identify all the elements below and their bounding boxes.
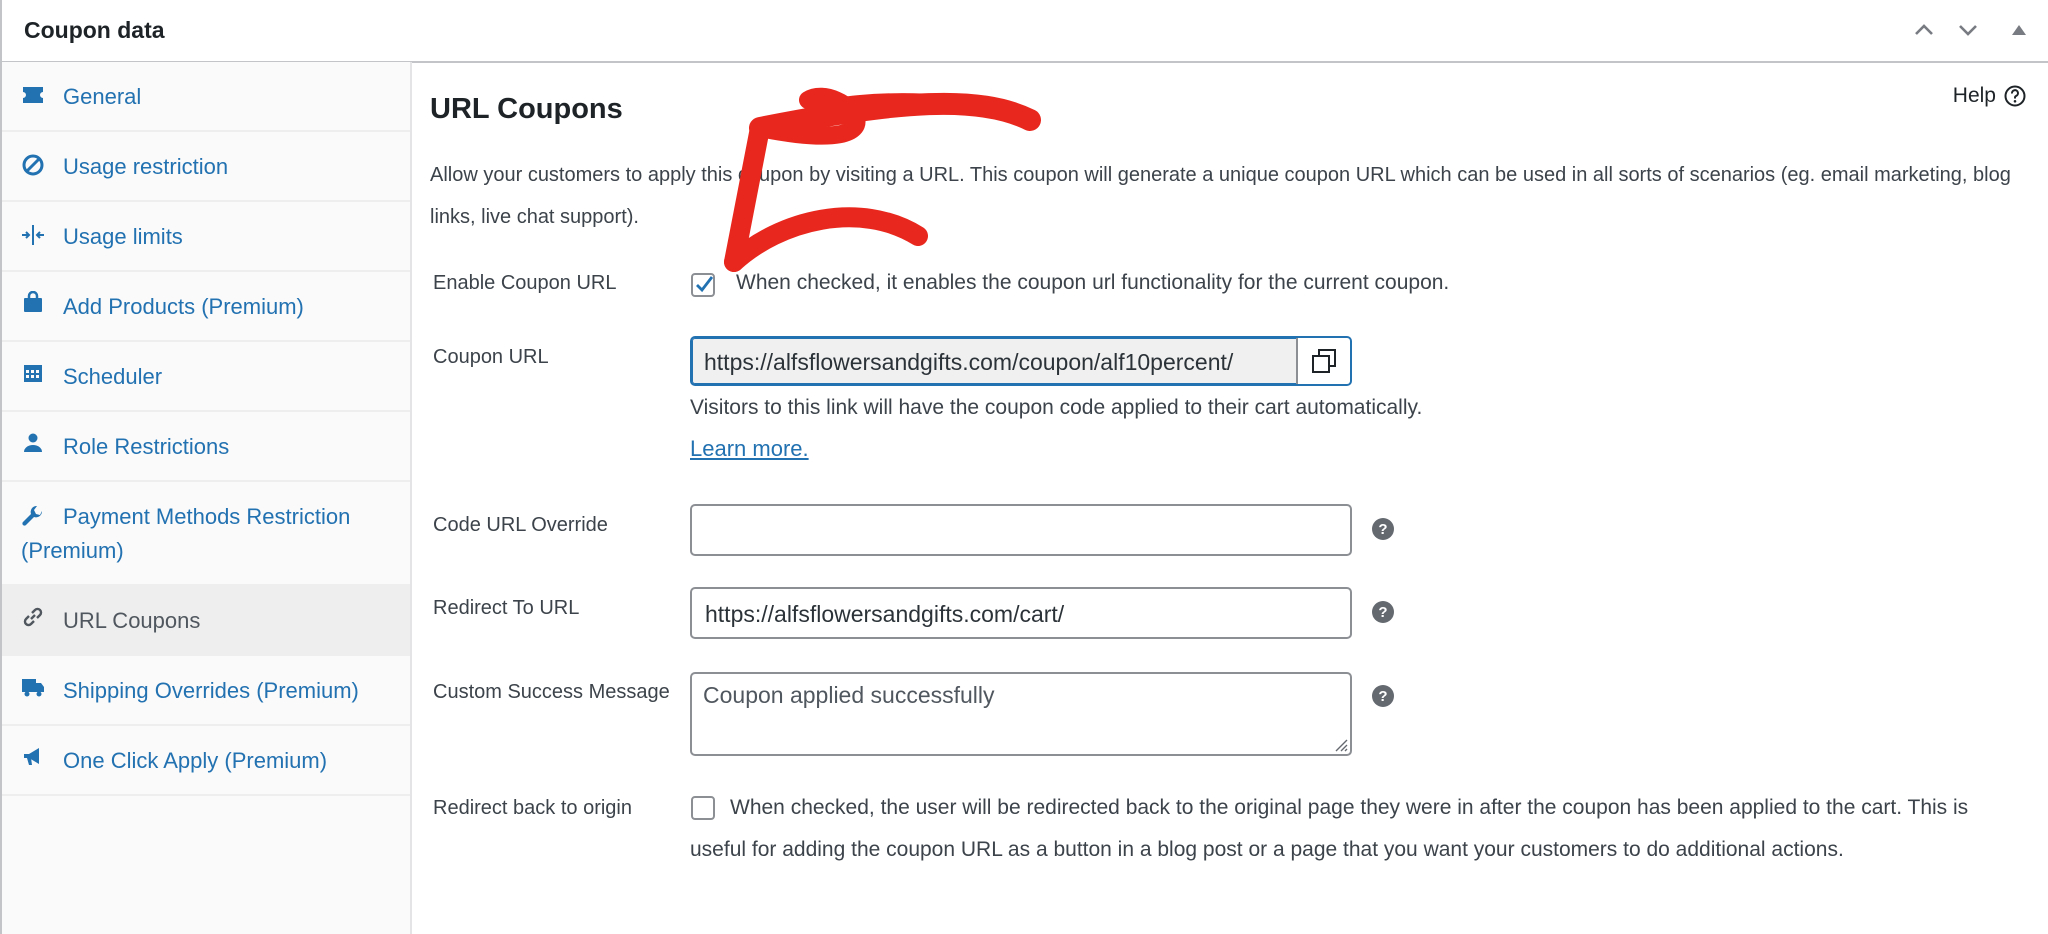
chevron-down-icon: [1959, 25, 1977, 36]
coupon-url-field[interactable]: https://alfsflowersandgifts.com/coupon/a…: [690, 336, 1352, 386]
megaphone-icon: [24, 748, 39, 765]
move-up-button[interactable]: [1906, 12, 1942, 48]
custom-success-message-label: Custom Success Message: [433, 681, 670, 703]
enable-coupon-url-checkbox[interactable]: [691, 273, 715, 297]
panel-header: Coupon data: [2, 0, 2048, 63]
custom-success-message-value: Coupon applied successfully: [703, 682, 995, 708]
sidebar-item-role-restrictions[interactable]: Role Restrictions: [2, 412, 410, 482]
link-icon: [23, 607, 43, 627]
custom-success-message-textarea[interactable]: Coupon applied successfully: [690, 672, 1352, 756]
calendar-icon: [24, 365, 42, 382]
person-icon: [24, 433, 42, 452]
sidebar-item-label: Payment Methods Restriction (Premium): [21, 504, 351, 563]
redirect-to-url-label: Redirect To URL: [433, 597, 580, 619]
arrows-in-icon: [22, 225, 44, 245]
sidebar-item-label: Add Products (Premium): [63, 294, 304, 319]
copy-url-button[interactable]: [1296, 338, 1350, 384]
enable-coupon-url-description: When checked, it enables the coupon url …: [736, 271, 1450, 294]
checkmark-icon: [696, 276, 714, 293]
enable-coupon-url-label: Enable Coupon URL: [433, 272, 617, 294]
sidebar-item-one-click-apply[interactable]: One Click Apply (Premium): [2, 726, 410, 796]
code-url-override-help-icon[interactable]: ?: [1372, 518, 1394, 540]
url-coupons-panel: URL Coupons Help Allow your customers to…: [414, 62, 2048, 934]
sidebar-item-url-coupons[interactable]: URL Coupons: [2, 586, 410, 656]
copy-icon: [1312, 349, 1336, 373]
sidebar-item-label: URL Coupons: [63, 608, 201, 633]
panel-title: Coupon data: [24, 17, 165, 43]
sidebar-item-label: Role Restrictions: [63, 434, 230, 459]
help-button[interactable]: Help: [1953, 84, 2026, 108]
coupon-data-panel: Coupon data General Usage restriction Us…: [0, 0, 2048, 934]
coupon-tabs-sidebar: General Usage restriction Usage limits A…: [2, 62, 412, 934]
code-url-override-label: Code URL Override: [433, 514, 608, 536]
coupon-url-value: https://alfsflowersandgifts.com/coupon/a…: [704, 349, 1234, 375]
code-url-override-input[interactable]: [690, 504, 1352, 556]
ticket-icon: [23, 87, 43, 103]
redirect-to-url-help-icon[interactable]: ?: [1372, 601, 1394, 623]
triangle-up-icon: [2012, 25, 2026, 35]
section-description: Allow your customers to apply this coupo…: [430, 164, 2011, 228]
sidebar-item-usage-restriction[interactable]: Usage restriction: [2, 132, 410, 202]
sidebar-item-label: Usage limits: [63, 224, 183, 249]
question-circle-icon: [2004, 85, 2026, 107]
block-icon: [22, 154, 44, 176]
redirect-back-to-origin-label: Redirect back to origin: [433, 797, 632, 819]
coupon-url-help: Visitors to this link will have the coup…: [690, 396, 1423, 419]
page-title: URL Coupons: [430, 93, 623, 125]
sidebar-item-shipping-overrides[interactable]: Shipping Overrides (Premium): [2, 656, 410, 726]
sidebar-item-usage-limits[interactable]: Usage limits: [2, 202, 410, 272]
sidebar-item-label: Scheduler: [63, 364, 163, 389]
redirect-to-url-value: https://alfsflowersandgifts.com/cart/: [705, 601, 1065, 627]
resize-handle-icon[interactable]: [1332, 736, 1348, 752]
coupon-url-label: Coupon URL: [433, 346, 549, 368]
sidebar-item-payment-methods-restriction[interactable]: Payment Methods Restriction (Premium): [2, 482, 410, 586]
sidebar-item-label: Shipping Overrides (Premium): [63, 678, 359, 703]
move-down-button[interactable]: [1950, 12, 1986, 48]
help-label: Help: [1952, 84, 1996, 107]
sidebar-item-label: Usage restriction: [63, 154, 229, 179]
sidebar-item-label: One Click Apply (Premium): [63, 748, 328, 773]
sidebar-item-scheduler[interactable]: Scheduler: [2, 342, 410, 412]
bag-icon: [24, 291, 42, 312]
sidebar-item-add-products[interactable]: Add Products (Premium): [2, 272, 410, 342]
learn-more-link[interactable]: Learn more.: [690, 436, 809, 462]
truck-icon: [22, 679, 44, 697]
sidebar-item-label: General: [63, 84, 142, 109]
toggle-panel-button[interactable]: [2001, 12, 2037, 48]
redirect-to-url-input[interactable]: https://alfsflowersandgifts.com/cart/: [690, 587, 1352, 639]
sidebar-item-general[interactable]: General: [2, 62, 410, 132]
custom-success-message-help-icon[interactable]: ?: [1372, 685, 1394, 707]
chevron-up-icon: [1915, 24, 1933, 35]
redirect-back-to-origin-description: When checked, the user will be redirecte…: [690, 796, 1969, 861]
